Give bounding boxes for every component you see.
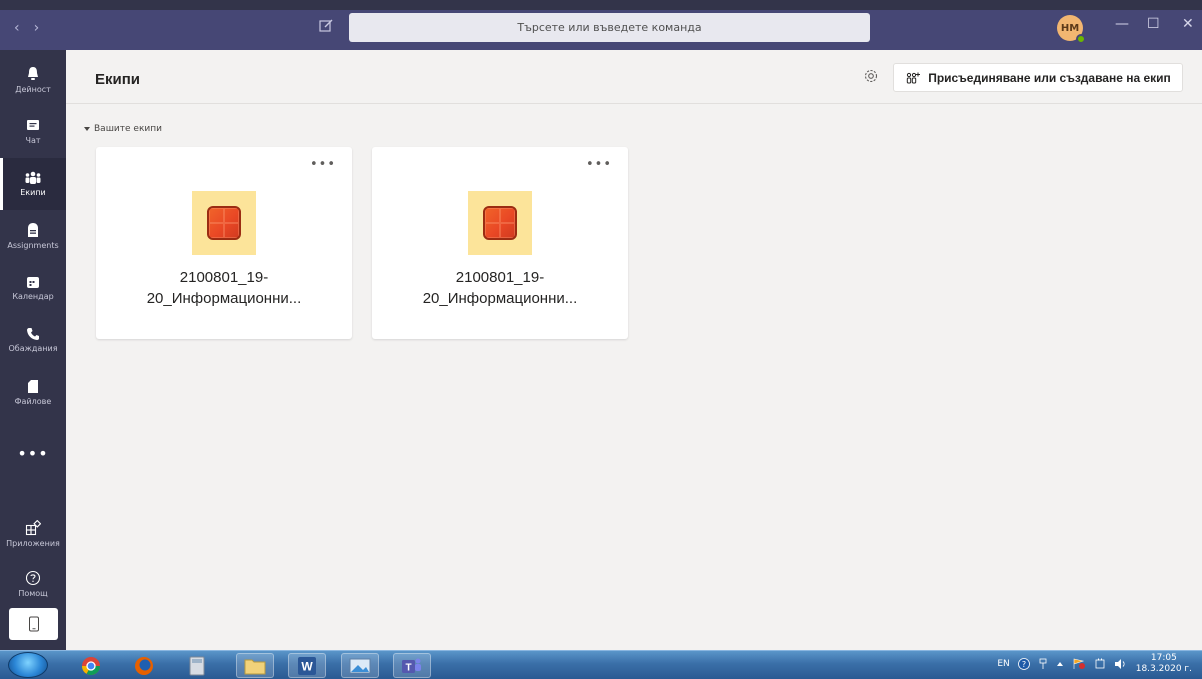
search-input[interactable]: Търсете или въведете команда: [349, 13, 870, 42]
join-button-label: Присъединяване или създаване на екип: [928, 70, 1171, 85]
system-tray: EN ? 17:05 18.3.2020 г.: [997, 653, 1192, 675]
join-or-create-team-button[interactable]: Присъединяване или създаване на екип: [893, 63, 1183, 92]
maximize-button[interactable]: ☐: [1147, 16, 1160, 32]
language-indicator[interactable]: EN: [997, 659, 1009, 669]
power-tray-icon: [1095, 658, 1105, 669]
svg-text:W: W: [301, 659, 313, 673]
calendar-icon: [27, 277, 39, 288]
action-center-flag-icon: [1073, 658, 1085, 669]
phone-icon: [27, 328, 39, 340]
show-hidden-icons-icon: [1056, 662, 1063, 666]
windows-taskbar: W T EN ? 17:05 18.3.2020 г.: [0, 650, 1202, 679]
team-avatar-icon: [468, 191, 532, 255]
avatar[interactable]: HM: [1057, 15, 1086, 44]
page-header: Екипи Присъединяване или създаване на ек…: [66, 50, 1202, 104]
title-bar: ‹ › Търсете или въведете команда HM — ☐ …: [0, 0, 1202, 50]
more-options-icon[interactable]: •••: [586, 157, 612, 172]
forward-arrow-icon[interactable]: ›: [34, 20, 40, 36]
team-name-line2: 20_Информационни...: [422, 290, 578, 307]
rail-label: Дейност: [15, 85, 51, 94]
photo-viewer-icon[interactable]: [341, 653, 379, 678]
more-options-icon[interactable]: •••: [310, 157, 336, 172]
clock[interactable]: 17:05 18.3.2020 г.: [1136, 653, 1192, 675]
add-team-icon: [906, 72, 921, 83]
mobile-phone-icon: [28, 616, 39, 632]
file-icon: [28, 379, 38, 393]
page-title: Екипи: [95, 71, 141, 88]
rail-label: Приложения: [6, 539, 60, 548]
clock-time: 17:05: [1150, 653, 1177, 663]
app-rail: Дейност Чат Екипи Assignments Календар О…: [0, 50, 66, 650]
rail-item-chat[interactable]: Чат: [0, 106, 66, 158]
team-name-line1: 2100801_19-: [179, 269, 269, 286]
gear-icon[interactable]: [863, 68, 879, 88]
calculator-icon[interactable]: [178, 653, 216, 678]
svg-text:T: T: [405, 662, 411, 673]
avatar-initials: HM: [1060, 22, 1080, 34]
apps-icon: [25, 520, 41, 536]
rail-item-activity[interactable]: Дейност: [0, 54, 66, 106]
rail-item-calendar[interactable]: Календар: [0, 262, 66, 314]
team-name-line2: 20_Информационни...: [146, 290, 302, 307]
rail-item-apps[interactable]: Приложения: [0, 508, 66, 560]
search-placeholder: Търсете или въведете команда: [517, 21, 702, 34]
rail-item-assignments[interactable]: Assignments: [0, 210, 66, 262]
minimize-button[interactable]: —: [1115, 16, 1129, 32]
team-name: 2100801_19- 20_Информационни...: [382, 267, 618, 309]
rail-label: Екипи: [20, 188, 46, 197]
chrome-icon[interactable]: [72, 653, 110, 678]
presence-status-icon: [1076, 34, 1086, 44]
back-arrow-icon[interactable]: ‹: [14, 20, 20, 36]
your-teams-toggle[interactable]: Вашите екипи: [84, 124, 162, 134]
start-button[interactable]: [8, 652, 48, 678]
rail-label: Файлове: [14, 396, 52, 406]
network-tray-icon: [1039, 658, 1047, 669]
volume-icon: [1114, 659, 1125, 669]
team-card[interactable]: ••• 2100801_19- 20_Информационни...: [96, 147, 352, 339]
rail-item-calls[interactable]: Обаждания: [0, 314, 66, 366]
caret-down-icon: [84, 127, 90, 131]
nav-arrows: ‹ ›: [14, 20, 39, 36]
clock-date: 18.3.2020 г.: [1135, 664, 1192, 674]
bell-icon: [28, 67, 38, 80]
section-label: Вашите екипи: [94, 124, 162, 134]
more-apps-icon[interactable]: •••: [0, 444, 66, 463]
rail-label: Чат: [25, 136, 41, 145]
team-avatar-icon: [192, 191, 256, 255]
rail-item-help[interactable]: Помощ: [0, 558, 66, 610]
teams-icon: [25, 171, 41, 184]
chat-icon: [27, 120, 39, 130]
svg-text:?: ?: [1022, 660, 1026, 669]
explorer-icon[interactable]: [236, 653, 274, 678]
rail-item-files[interactable]: Файлове: [0, 366, 66, 418]
mobile-device-button[interactable]: [9, 608, 58, 640]
help-tray-icon: ?: [1017, 658, 1030, 670]
rail-label: Помощ: [18, 589, 48, 598]
teams-taskbar-icon[interactable]: T: [393, 653, 431, 678]
rail-label: Обаждания: [8, 344, 58, 353]
team-name-line1: 2100801_19-: [455, 269, 545, 286]
close-button[interactable]: ✕: [1182, 16, 1194, 32]
assignments-icon: [28, 223, 38, 237]
new-chat-icon[interactable]: [318, 18, 334, 34]
word-icon[interactable]: W: [288, 653, 326, 678]
firefox-icon[interactable]: [125, 653, 163, 678]
rail-label: Календар: [12, 292, 54, 301]
rail-item-teams[interactable]: Екипи: [0, 158, 66, 210]
rail-label: Assignments: [7, 241, 59, 250]
team-card[interactable]: ••• 2100801_19- 20_Информационни...: [372, 147, 628, 339]
team-name: 2100801_19- 20_Информационни...: [106, 267, 342, 309]
help-icon: [25, 570, 41, 586]
